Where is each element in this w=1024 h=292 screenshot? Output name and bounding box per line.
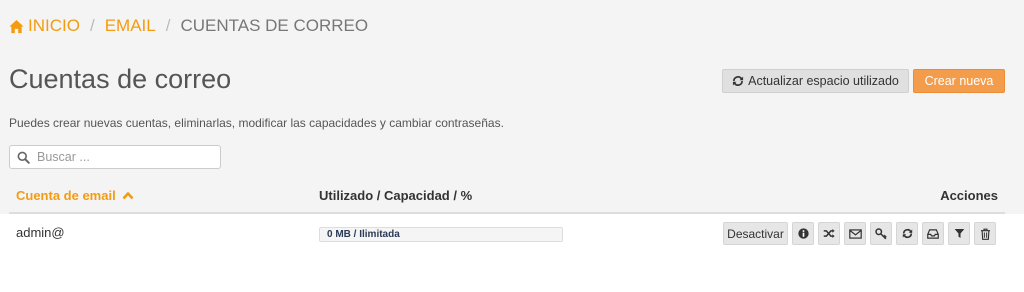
breadcrumb-separator: / [165,16,171,35]
breadcrumb-separator: / [89,16,95,35]
breadcrumb-home-label: INICIO [28,16,80,35]
home-icon [9,19,24,33]
trash-icon [980,228,990,240]
mail-button[interactable] [844,222,866,245]
refresh-usage-button[interactable]: Actualizar espacio utilizado [722,69,909,93]
delete-button[interactable] [974,222,996,245]
key-icon [875,227,887,239]
refresh-icon [733,76,744,86]
usage-progress-bar: 0 MB / Ilimitada [319,227,563,242]
inbox-button[interactable] [922,222,944,245]
refresh-icon [902,228,912,239]
change-password-button[interactable] [870,222,892,245]
search-icon [17,151,30,164]
column-header-email-label: Cuenta de email [16,188,116,203]
page-title: Cuentas de correo [9,64,232,94]
refresh-usage-label: Actualizar espacio utilizado [748,74,899,88]
shuffle-icon [823,229,835,238]
column-header-usage: Utilizado / Capacidad / % [319,188,473,203]
search-box[interactable] [9,145,221,169]
sync-button[interactable] [896,222,918,245]
filter-button[interactable] [948,222,970,245]
forward-button[interactable] [818,222,840,245]
info-icon [797,228,809,239]
envelope-icon [848,228,862,239]
create-account-button[interactable]: Crear nueva [913,69,1005,93]
breadcrumb-email-link[interactable]: EMAIL [105,16,156,36]
inbox-icon [927,228,939,239]
breadcrumb-home-link[interactable]: INICIO [9,16,80,36]
breadcrumb: INICIO / EMAIL / CUENTAS DE CORREO [9,16,368,36]
info-button[interactable] [792,222,814,245]
breadcrumb-current: CUENTAS DE CORREO [180,16,369,35]
filter-icon [954,229,964,238]
usage-text: 0 MB / Ilimitada [327,229,400,240]
account-email: admin@ [16,225,65,240]
column-header-actions: Acciones [940,188,998,203]
sort-ascending-icon [122,192,134,200]
deactivate-button[interactable]: Desactivar [723,222,788,245]
column-header-email[interactable]: Cuenta de email [16,188,134,203]
search-input[interactable] [35,149,209,165]
page-description: Puedes crear nuevas cuentas, eliminarlas… [9,116,504,130]
